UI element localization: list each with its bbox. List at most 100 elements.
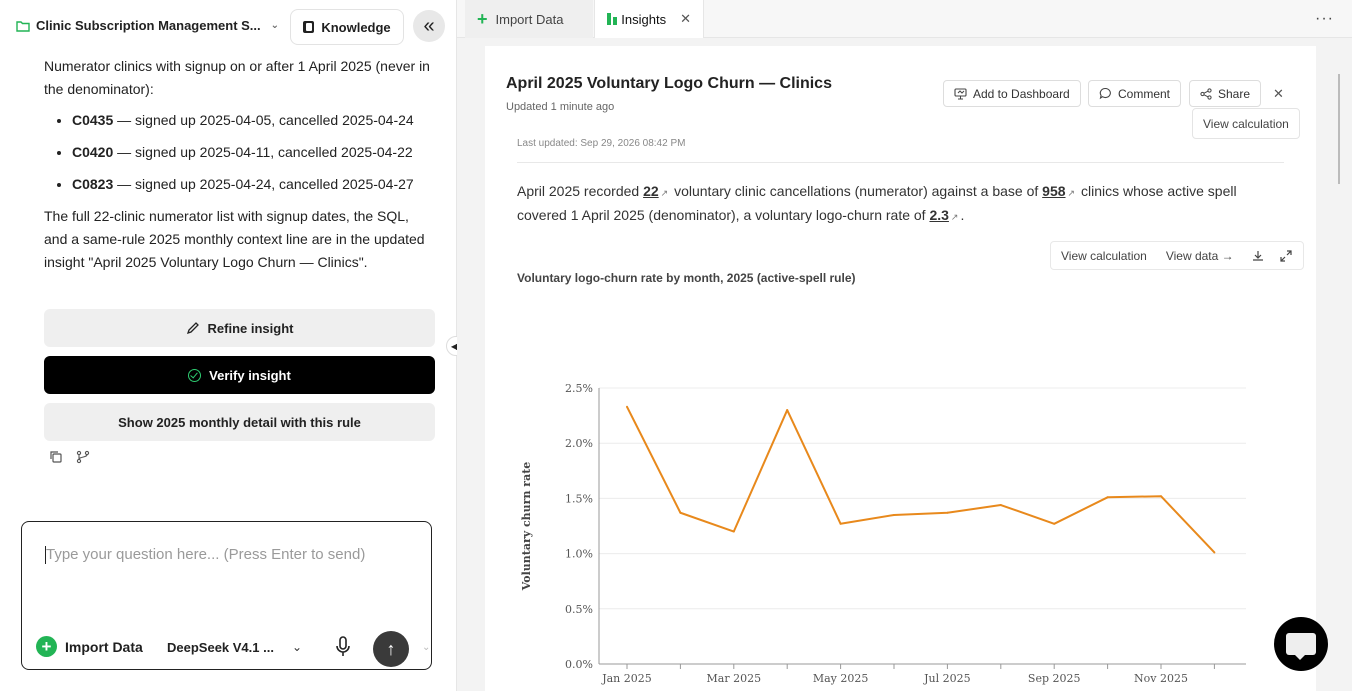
- y-tick-label: 0.5%: [565, 603, 593, 616]
- clinic-list: C0435 — signed up 2025-04-05, cancelled …: [72, 109, 436, 196]
- import-data-button[interactable]: + Import Data: [36, 636, 143, 657]
- y-tick-label: 2.5%: [565, 382, 593, 395]
- chart-toolbar: View calculation View data →: [1050, 241, 1304, 270]
- line-chart: 0.0% 0.5% 1.0% 1.5% 2.0% 2.5% Jan 2025 Mar 2025…: [520, 382, 1246, 685]
- data-point: [1160, 495, 1162, 498]
- collapse-panel-button[interactable]: «: [413, 10, 445, 42]
- divider: [517, 162, 1284, 163]
- bar-chart-icon: [607, 13, 618, 25]
- share-icon: [1200, 87, 1212, 100]
- chart-title: Voluntary logo-churn rate by month, 2025…: [517, 271, 856, 285]
- share-label: Share: [1218, 86, 1251, 101]
- copy-icon[interactable]: [49, 450, 63, 464]
- x-tick-label: Nov 2025: [1134, 672, 1188, 685]
- chevron-down-icon[interactable]: ⌄: [292, 640, 302, 654]
- double-chevron-left-icon: «: [423, 14, 435, 37]
- share-button[interactable]: Share: [1189, 80, 1262, 107]
- add-to-dashboard-button[interactable]: Add to Dashboard: [943, 80, 1081, 107]
- branch-icon[interactable]: [76, 450, 90, 464]
- import-label: Import Data: [65, 638, 143, 655]
- microphone-icon[interactable]: [334, 635, 352, 659]
- clinic-id: C0420: [72, 144, 114, 160]
- denominator-link[interactable]: 958: [1042, 183, 1065, 199]
- data-point: [839, 522, 842, 525]
- show-monthly-detail-button[interactable]: Show 2025 monthly detail with this rule: [44, 403, 435, 441]
- numerator-link[interactable]: 22: [643, 183, 659, 199]
- project-selector[interactable]: Clinic Subscription Management S... ⌄: [16, 18, 279, 33]
- list-item: C0435 — signed up 2025-04-05, cancelled …: [72, 109, 436, 132]
- summary-text: April 2025 recorded: [517, 183, 644, 199]
- close-icon[interactable]: ✕: [680, 11, 691, 27]
- dashboard-icon: [954, 87, 967, 99]
- data-point: [1106, 496, 1109, 499]
- data-point: [732, 530, 735, 533]
- close-icon[interactable]: ✕: [1273, 86, 1284, 102]
- verify-label: Verify insight: [209, 367, 291, 383]
- send-button[interactable]: ↑: [373, 631, 409, 667]
- chat-panel: Clinic Subscription Management S... ⌄ Kn…: [0, 0, 456, 691]
- view-calculation-button[interactable]: View calculation: [1192, 108, 1300, 139]
- chart-view-calculation-button[interactable]: View calculation: [1061, 249, 1147, 263]
- comment-label: Comment: [1118, 86, 1171, 101]
- external-link-icon[interactable]: ↗: [1068, 188, 1076, 198]
- external-link-icon[interactable]: ↗: [661, 188, 669, 198]
- data-point: [786, 409, 789, 412]
- download-icon[interactable]: [1252, 250, 1264, 262]
- support-chat-button[interactable]: [1274, 617, 1328, 671]
- refine-insight-button[interactable]: Refine insight: [44, 309, 435, 347]
- folder-icon: [16, 20, 30, 32]
- chat-header: Clinic Subscription Management S... ⌄ Kn…: [0, 0, 456, 52]
- insight-title: April 2025 Voluntary Logo Churn — Clinic…: [506, 75, 832, 92]
- comment-icon: [1099, 87, 1111, 100]
- list-item: C0420 — signed up 2025-04-11, cancelled …: [72, 141, 436, 164]
- check-circle-icon: [188, 368, 202, 382]
- refine-label: Refine insight: [207, 320, 294, 336]
- scrollbar-thumb[interactable]: [1338, 74, 1340, 184]
- data-point: [1053, 522, 1056, 525]
- updated-time: Updated 1 minute ago: [506, 101, 615, 113]
- verify-insight-button[interactable]: Verify insight: [44, 356, 435, 394]
- plus-icon: +: [477, 9, 488, 29]
- clinic-id: C0823: [72, 176, 114, 192]
- tab-insights[interactable]: Insights ✕: [594, 0, 704, 38]
- x-tick-label: Jul 2025: [923, 672, 971, 685]
- model-selector[interactable]: DeepSeek V4.1 ...: [167, 640, 274, 655]
- tab-import-data[interactable]: + Import Data: [465, 0, 593, 38]
- last-updated: Last updated: Sep 29, 2026 08:42 PM: [517, 138, 686, 149]
- book-icon: [303, 21, 315, 33]
- x-tick-label: May 2025: [813, 672, 869, 685]
- y-tick-label: 1.5%: [565, 492, 593, 505]
- chat-composer[interactable]: Type your question here... (Press Enter …: [21, 521, 432, 670]
- y-axis-label: Voluntary churn rate: [520, 462, 533, 592]
- chevron-down-icon[interactable]: ⌄: [422, 642, 430, 653]
- data-point: [626, 405, 628, 408]
- message-intro: Numerator clinics with signup on or afte…: [44, 58, 430, 97]
- clinic-detail: — signed up 2025-04-11, cancelled 2025-0…: [113, 144, 413, 160]
- data-point: [999, 504, 1002, 507]
- tab-bar: + Import Data Insights ✕ ···: [457, 0, 1352, 38]
- external-link-icon[interactable]: ↗: [951, 212, 959, 222]
- knowledge-button[interactable]: Knowledge: [290, 9, 404, 45]
- scrollbar[interactable]: [1318, 46, 1342, 691]
- more-options-icon[interactable]: ···: [1315, 10, 1334, 28]
- expand-icon[interactable]: [1280, 249, 1292, 262]
- comment-button[interactable]: Comment: [1088, 80, 1182, 107]
- y-tick-label: 2.0%: [565, 437, 593, 450]
- chevron-down-icon: ⌄: [270, 20, 280, 31]
- data-point: [946, 511, 949, 514]
- plus-icon: +: [36, 636, 57, 657]
- data-point: [893, 513, 895, 516]
- composer-placeholder[interactable]: Type your question here... (Press Enter …: [46, 546, 365, 563]
- pencil-icon: [186, 322, 199, 335]
- clinic-id: C0435: [72, 112, 114, 128]
- y-tick-label: 0.0%: [565, 658, 593, 671]
- chart-view-data-button[interactable]: View data →: [1166, 249, 1234, 263]
- x-tick-label: Jan 2025: [601, 672, 652, 685]
- insight-panel: + Import Data Insights ✕ ··· April 2025 …: [457, 0, 1352, 691]
- series-line: [626, 406, 1216, 554]
- x-tick-label: Mar 2025: [707, 672, 762, 685]
- insight-card: April 2025 Voluntary Logo Churn — Clinic…: [485, 46, 1316, 691]
- rate-link[interactable]: 2.3: [929, 207, 948, 223]
- assistant-message: Numerator clinics with signup on or afte…: [44, 55, 436, 274]
- clinic-detail: — signed up 2025-04-05, cancelled 2025-0…: [113, 112, 414, 128]
